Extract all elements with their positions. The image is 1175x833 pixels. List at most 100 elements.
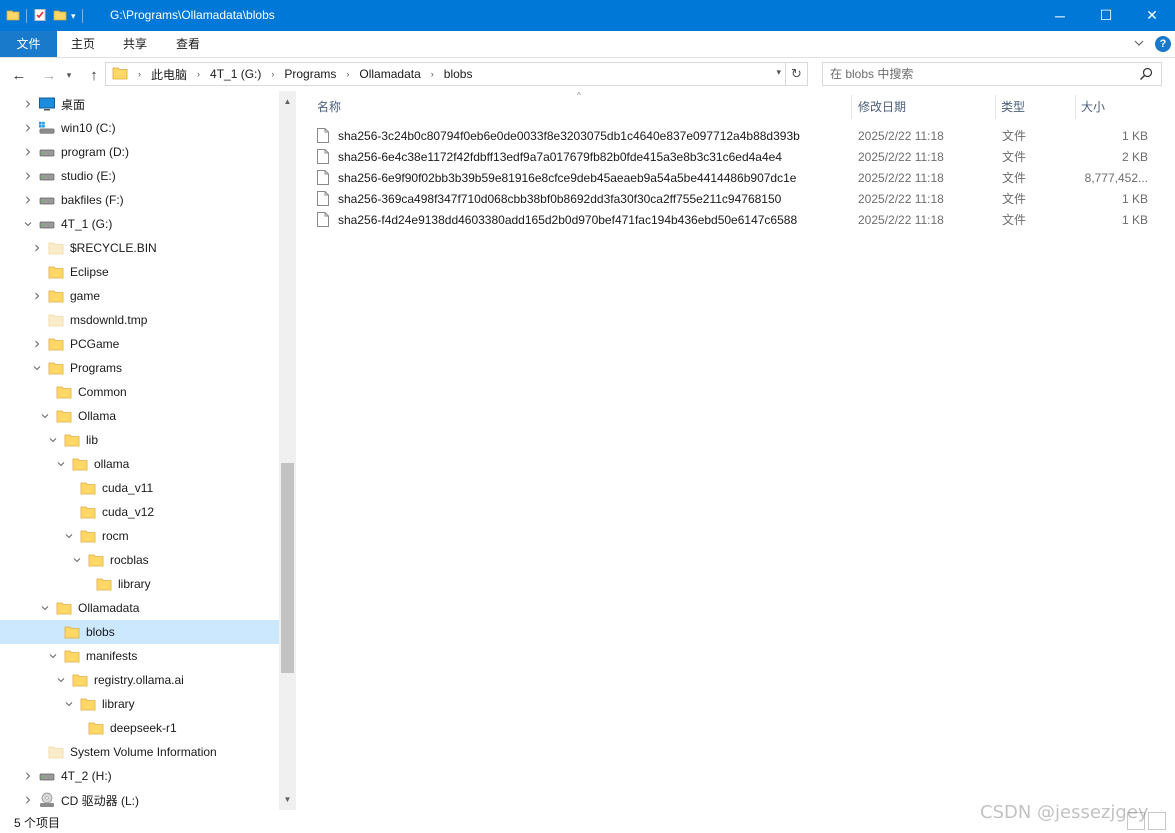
breadcrumb-item[interactable]: Programs [284, 67, 336, 81]
file-row[interactable]: sha256-f4d24e9138dd4603380add165d2b0d970… [317, 209, 1157, 230]
tree-item[interactable]: PCGame [0, 332, 279, 356]
breadcrumb-item[interactable]: 4T_1 (G:) [210, 67, 261, 81]
tab-file[interactable]: 文件 [0, 31, 57, 57]
recent-locations-button[interactable]: ▾ [62, 64, 76, 86]
collapse-chevron-icon[interactable] [62, 692, 76, 716]
tree-item[interactable]: lib [0, 428, 279, 452]
tree-item[interactable]: Common [0, 380, 279, 404]
collapse-chevron-icon[interactable] [46, 428, 60, 452]
breadcrumb-item[interactable]: blobs [444, 67, 473, 81]
maximize-button[interactable]: ☐ [1083, 0, 1129, 31]
collapse-chevron-icon[interactable] [54, 668, 68, 692]
large-icons-view-button[interactable] [1148, 812, 1166, 830]
expand-chevron-icon[interactable] [30, 236, 44, 260]
column-header-type[interactable]: 类型 [1001, 91, 1025, 121]
help-button[interactable]: ? [1155, 36, 1171, 52]
tree-item[interactable]: 4T_1 (G:) [0, 212, 279, 236]
column-header-date[interactable]: 修改日期 [858, 91, 906, 121]
tree-item[interactable]: rocblas [0, 548, 279, 572]
collapse-chevron-icon[interactable] [62, 524, 76, 548]
tree-item[interactable]: library [0, 572, 279, 596]
refresh-button[interactable]: ↻ [786, 62, 808, 86]
tree-item[interactable]: registry.ollama.ai [0, 668, 279, 692]
address-bar[interactable]: › 此电脑 › 4T_1 (G:) › Programs › Ollamadata › blobs… [105, 62, 786, 86]
breadcrumb-separator-icon[interactable]: › [346, 69, 349, 79]
tab-home[interactable]: 主页 [57, 31, 109, 57]
new-folder-icon[interactable] [53, 8, 67, 25]
tree-item[interactable]: rocm [0, 524, 279, 548]
search-input[interactable] [823, 63, 1123, 85]
customize-toolbar-icon[interactable]: ▾ [71, 11, 76, 22]
column-divider[interactable] [1075, 95, 1076, 119]
expand-ribbon-icon[interactable] [1133, 37, 1147, 51]
expand-chevron-icon[interactable] [30, 332, 44, 356]
expand-chevron-icon[interactable] [21, 764, 35, 788]
navigation-pane-scrollbar[interactable]: ▲ ▼ [279, 91, 296, 810]
scroll-down-icon[interactable]: ▼ [279, 791, 296, 808]
expand-chevron-icon[interactable] [21, 164, 35, 188]
column-header-name[interactable]: 名称 [317, 91, 341, 121]
tree-item[interactable]: studio (E:) [0, 164, 279, 188]
tree-item[interactable]: System Volume Information [0, 740, 279, 764]
tree-item[interactable]: ollama [0, 452, 279, 476]
tree-item[interactable]: $RECYCLE.BIN [0, 236, 279, 260]
properties-icon[interactable] [33, 8, 47, 25]
file-row[interactable]: sha256-3c24b0c80794f0eb6e0de0033f8e32030… [317, 125, 1157, 146]
address-dropdown-icon[interactable]: ▾ [776, 67, 781, 78]
file-size: 8,777,452... [1084, 170, 1148, 185]
tab-view[interactable]: 查看 [162, 31, 214, 57]
expand-chevron-icon[interactable] [21, 788, 35, 810]
tree-item[interactable]: program (D:) [0, 140, 279, 164]
back-button[interactable]: ← [8, 64, 30, 86]
tree-item[interactable]: 桌面 [0, 92, 279, 116]
column-divider[interactable] [995, 95, 996, 119]
collapse-chevron-icon[interactable] [38, 404, 52, 428]
minimize-button[interactable]: ─ [1037, 0, 1083, 31]
collapse-chevron-icon[interactable] [21, 212, 35, 236]
up-button[interactable]: ↑ [83, 64, 105, 86]
breadcrumb-separator-icon[interactable]: › [138, 69, 141, 79]
search-icon[interactable] [1139, 67, 1153, 84]
tree-item[interactable]: win10 (C:) [0, 116, 279, 140]
tab-share[interactable]: 共享 [109, 31, 161, 57]
tree-item[interactable]: library [0, 692, 279, 716]
expand-chevron-icon[interactable] [21, 140, 35, 164]
file-row[interactable]: sha256-369ca498f347f710d068cbb38bf0b8692… [317, 188, 1157, 209]
expand-chevron-icon[interactable] [21, 116, 35, 140]
expand-chevron-icon[interactable] [21, 92, 35, 116]
breadcrumb-item[interactable]: 此电脑 [151, 66, 187, 83]
expand-chevron-icon[interactable] [21, 188, 35, 212]
scrollbar-thumb[interactable] [281, 463, 294, 673]
close-button[interactable]: ✕ [1129, 0, 1175, 31]
tree-item[interactable]: cuda_v12 [0, 500, 279, 524]
breadcrumb-separator-icon[interactable]: › [431, 69, 434, 79]
collapse-chevron-icon[interactable] [30, 356, 44, 380]
column-divider[interactable] [851, 95, 852, 119]
breadcrumb-separator-icon[interactable]: › [197, 69, 200, 79]
tree-item[interactable]: Ollamadata [0, 596, 279, 620]
tree-item[interactable]: CD 驱动器 (L:) [0, 788, 279, 810]
column-header-size[interactable]: 大小 [1081, 91, 1105, 121]
collapse-chevron-icon[interactable] [54, 452, 68, 476]
file-row[interactable]: sha256-6e4c38e1172f42fdbff13edf9a7a01767… [317, 146, 1157, 167]
scroll-up-icon[interactable]: ▲ [279, 93, 296, 110]
tree-item[interactable]: Eclipse [0, 260, 279, 284]
tree-item[interactable]: deepseek-r1 [0, 716, 279, 740]
tree-item[interactable]: msdownld.tmp [0, 308, 279, 332]
breadcrumb-separator-icon[interactable]: › [271, 69, 274, 79]
tree-item[interactable]: Ollama [0, 404, 279, 428]
forward-button[interactable]: → [38, 64, 60, 86]
tree-item[interactable]: bakfiles (F:) [0, 188, 279, 212]
tree-item[interactable]: cuda_v11 [0, 476, 279, 500]
collapse-chevron-icon[interactable] [38, 596, 52, 620]
tree-item[interactable]: manifests [0, 644, 279, 668]
tree-item[interactable]: Programs [0, 356, 279, 380]
file-row[interactable]: sha256-6e9f90f02bb3b39b59e81916e8cfce9de… [317, 167, 1157, 188]
expand-chevron-icon[interactable] [30, 284, 44, 308]
tree-item[interactable]: game [0, 284, 279, 308]
collapse-chevron-icon[interactable] [46, 644, 60, 668]
breadcrumb-item[interactable]: Ollamadata [359, 67, 420, 81]
tree-item[interactable]: blobs [0, 620, 279, 644]
tree-item[interactable]: 4T_2 (H:) [0, 764, 279, 788]
collapse-chevron-icon[interactable] [70, 548, 84, 572]
